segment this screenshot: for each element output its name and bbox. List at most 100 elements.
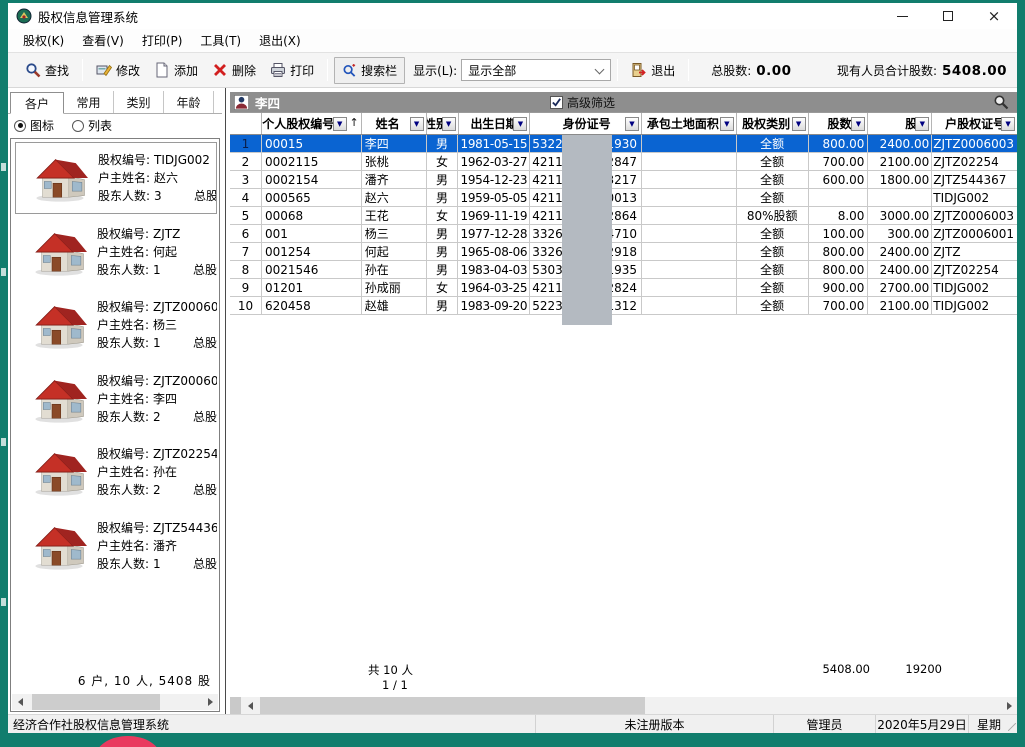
table-row[interactable]: 3 0002154 潘齐 男 1954-12-23 421123217 全额 6… (230, 171, 1017, 189)
table-row[interactable]: 8 0021546 孙在 男 1983-04-03 530321935 全额 8… (230, 261, 1017, 279)
gender-cell: 女 (427, 279, 459, 296)
filter-arrow-icon[interactable]: ▼ (1001, 117, 1015, 131)
toolbar-separator (82, 59, 83, 81)
find-button[interactable]: 查找 (18, 58, 76, 83)
scrollbar-thumb[interactable] (32, 694, 160, 710)
share-value-cell: 300.00 (868, 225, 932, 242)
status-bar: 经济合作社股权信息管理系统 未注册版本 管理员 2020年5月29日 星期 (8, 714, 1017, 733)
code-value: TIDJG002 (154, 153, 210, 167)
header-shares[interactable]: 股数▼ (809, 113, 869, 134)
menu-bar: 股权(K) 查看(V) 打印(P) 工具(T) 退出(X) (8, 29, 1017, 52)
toolbar-separator (617, 59, 618, 81)
table-row[interactable]: 10 620458 赵雄 男 1983-09-20 522321312 全额 7… (230, 297, 1017, 315)
filter-arrow-icon[interactable]: ▼ (333, 117, 347, 131)
header-id-number[interactable]: 身份证号▼ (530, 113, 642, 134)
share-value-cell (868, 189, 932, 206)
tab-common[interactable]: 常用 (64, 91, 114, 113)
personal-code-cell: 0002115 (262, 153, 362, 170)
selected-person-name: 李四 (255, 93, 280, 112)
scroll-left-arrow-icon[interactable] (242, 697, 258, 714)
frame-artifact (1, 163, 6, 171)
share-value-cell: 2400.00 (868, 243, 932, 260)
personal-code-cell: 00068 (262, 207, 362, 224)
exit-button[interactable]: 退出 (624, 58, 682, 83)
header-name[interactable]: 姓名▼ (362, 113, 427, 134)
close-button[interactable]: × (971, 3, 1017, 29)
sidebar: 各户 常用 类别 年龄 图标 列表 (8, 88, 222, 714)
menu-view[interactable]: 查看(V) (73, 29, 133, 52)
scroll-left-arrow-icon[interactable] (12, 694, 28, 710)
filter-arrow-icon[interactable]: ▼ (513, 117, 527, 131)
resize-grip[interactable] (1008, 723, 1016, 731)
window-frame-right (1017, 0, 1025, 747)
searchbar-toggle-button[interactable]: 搜索栏 (334, 57, 405, 84)
filter-arrow-icon[interactable]: ▼ (625, 117, 639, 131)
count-value: 2 (153, 410, 161, 424)
household-item[interactable]: 股权编号:ZJTZ0006001 户主姓名:杨三 股东人数:1总股数 (15, 289, 217, 361)
filter-arrow-icon[interactable]: ▼ (851, 117, 865, 131)
code-value: ZJTZ544367 (153, 521, 217, 535)
menu-exit[interactable]: 退出(X) (250, 29, 310, 52)
advanced-filter-label: 高级筛选 (567, 94, 615, 111)
table-row[interactable]: 2 0002115 张桃 女 1962-03-27 421122847 全额 7… (230, 153, 1017, 171)
radio-icon-view[interactable]: 图标 (14, 117, 54, 134)
household-item[interactable]: 股权编号:TIDJG002 户主姓名:赵六 股东人数:3总股数 (15, 142, 217, 214)
table-row[interactable]: 9 01201 孙成丽 女 1964-03-25 421122824 全额 90… (230, 279, 1017, 297)
filter-arrow-icon[interactable]: ▼ (792, 117, 806, 131)
scroll-right-arrow-icon[interactable] (202, 694, 218, 710)
filter-arrow-icon[interactable]: ▼ (720, 117, 734, 131)
tab-age[interactable]: 年龄 (164, 91, 214, 113)
scrollbar-thumb[interactable] (260, 697, 645, 714)
household-item[interactable]: 股权编号:ZJTZ02254 户主姓名:孙在 股东人数:2总股数 (15, 436, 217, 508)
count-value: 1 (153, 557, 161, 571)
gender-cell: 男 (427, 297, 459, 314)
scroll-right-arrow-icon[interactable] (1001, 697, 1017, 714)
checkbox-checked-icon[interactable] (550, 96, 563, 109)
sidebar-horizontal-scrollbar[interactable] (12, 694, 218, 710)
table-row[interactable]: 5 00068 王花 女 1969-11-19 421122864 80%股额 … (230, 207, 1017, 225)
header-personal-code[interactable]: 个人股权编号▼↑ (262, 113, 362, 134)
filter-arrow-icon[interactable]: ▼ (442, 117, 456, 131)
advanced-filter[interactable]: 高级筛选 (550, 94, 615, 111)
edit-button[interactable]: 修改 (89, 58, 147, 83)
menu-print[interactable]: 打印(P) (133, 29, 192, 52)
minimize-button[interactable] (879, 3, 925, 29)
tab-category[interactable]: 类别 (114, 91, 164, 113)
header-gender[interactable]: 性别▼ (427, 113, 459, 134)
splitter[interactable] (222, 88, 230, 714)
radio-list-view[interactable]: 列表 (72, 117, 112, 134)
header-birthdate[interactable]: 出生日期▼ (459, 113, 531, 134)
print-button[interactable]: 打印 (263, 58, 321, 83)
table-row[interactable]: 4 000565 赵六 男 1959-05-05 421120013 全额 TI… (230, 189, 1017, 207)
maximize-button[interactable] (925, 3, 971, 29)
header-equity-type[interactable]: 股权类别▼ (737, 113, 809, 134)
header-land-area[interactable]: 承包土地面积▼ (642, 113, 737, 134)
display-select[interactable]: 显示全部 (461, 59, 611, 81)
title-bar[interactable]: 股权信息管理系统 × (8, 3, 1017, 29)
total-label: 总股数 (193, 261, 217, 279)
table-row[interactable]: 1 00015 李四 男 1981-05-15 532221930 全额 800… (230, 135, 1017, 153)
table-row[interactable]: 6 001 杨三 男 1977-12-28 332604710 全额 100.0… (230, 225, 1017, 243)
minimize-icon (897, 16, 908, 17)
print-label: 打印 (290, 62, 314, 79)
delete-button[interactable]: 删除 (205, 58, 263, 83)
menu-tools[interactable]: 工具(T) (191, 29, 250, 52)
code-value: ZJTZ0006003 (153, 374, 217, 388)
household-item[interactable]: 股权编号:ZJTZ0006003 户主姓名:李四 股东人数:2总股数 (15, 363, 217, 435)
household-item[interactable]: 股权编号:ZJTZ544367 户主姓名:潘齐 股东人数:1总股数 (15, 510, 217, 582)
header-share-value[interactable]: 股值▼ (868, 113, 932, 134)
menu-equity[interactable]: 股权(K) (14, 29, 73, 52)
equity-type-cell: 全额 (737, 243, 809, 260)
header-household-cert[interactable]: 户股权证号▼ (932, 113, 1017, 134)
filter-arrow-icon[interactable]: ▼ (410, 117, 424, 131)
birthdate-cell: 1983-09-20 (458, 297, 530, 314)
grid-search-icon[interactable] (993, 94, 1009, 110)
tab-households[interactable]: 各户 (10, 92, 64, 114)
household-item[interactable]: 股权编号:ZJTZ 户主姓名:何起 股东人数:1总股数 (15, 216, 217, 288)
birthdate-cell: 1983-04-03 (458, 261, 530, 278)
table-row[interactable]: 7 001254 何起 男 1965-08-06 332622918 全额 80… (230, 243, 1017, 261)
filter-arrow-icon[interactable]: ▼ (915, 117, 929, 131)
close-icon: × (988, 9, 1001, 24)
add-button[interactable]: 添加 (147, 58, 205, 83)
grid-horizontal-scrollbar[interactable] (230, 697, 1017, 714)
